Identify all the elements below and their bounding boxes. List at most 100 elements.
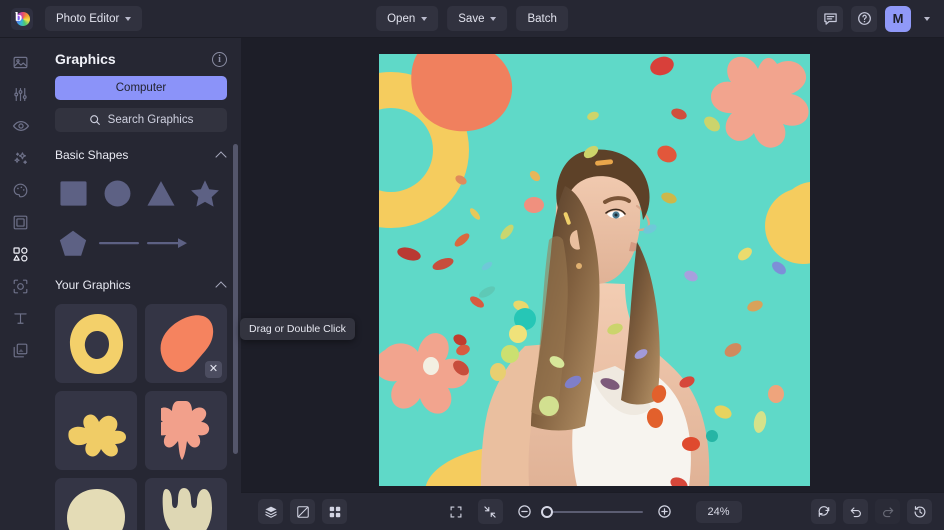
search-graphics-label: Search Graphics <box>108 114 194 126</box>
minus-circle-icon <box>517 504 532 519</box>
avatar-initial: M <box>893 11 904 26</box>
redo-arrow-icon <box>881 505 895 519</box>
chevron-down-icon <box>421 17 427 21</box>
chevron-down-icon <box>924 17 930 21</box>
open-button[interactable]: Open <box>376 6 438 31</box>
panel-scrollbar[interactable] <box>233 144 238 454</box>
shape-star[interactable] <box>183 172 227 214</box>
question-circle-icon <box>857 11 872 26</box>
chevron-down-icon <box>490 17 496 21</box>
history-button[interactable] <box>907 499 932 524</box>
batch-button[interactable]: Batch <box>516 6 567 31</box>
sliders-icon <box>12 86 29 103</box>
editor-canvas[interactable] <box>241 38 944 492</box>
sidebar-item-retouch[interactable] <box>5 112 37 140</box>
yellow-blob-ring-shape <box>68 313 124 375</box>
computer-upload-button[interactable]: Computer <box>55 76 227 100</box>
batch-label: Batch <box>527 13 556 25</box>
account-menu-button[interactable] <box>919 6 935 32</box>
graphic-thumb-coral-blob[interactable]: ✕ <box>145 304 227 383</box>
zoom-level-value[interactable]: 24% <box>696 501 742 523</box>
sidebar-item-adjust[interactable] <box>5 80 37 108</box>
panel-scroll-area[interactable]: Basic Shapes <box>41 142 241 530</box>
chevron-down-icon <box>125 17 131 21</box>
computer-label: Computer <box>116 82 167 94</box>
graphic-thumb-coral-leaf[interactable] <box>145 391 227 470</box>
cream-circle-shape <box>66 488 126 530</box>
shape-circle[interactable] <box>95 172 139 214</box>
grid-four-icon <box>328 505 342 519</box>
top-right-actions: M <box>817 6 935 32</box>
fullscreen-button[interactable] <box>444 499 469 524</box>
shape-triangle[interactable] <box>139 172 183 214</box>
text-t-icon <box>12 310 29 327</box>
zoom-controls: 24% <box>444 499 742 524</box>
undo-button[interactable] <box>843 499 868 524</box>
frame-icon <box>12 214 29 231</box>
cream-crown-shape <box>160 487 212 530</box>
open-label: Open <box>387 13 415 25</box>
sidebar-item-text[interactable] <box>5 304 37 332</box>
user-avatar[interactable]: M <box>885 6 911 32</box>
graphic-thumb-yellow-leaf[interactable] <box>55 391 137 470</box>
grid-view-button[interactable] <box>322 499 347 524</box>
shape-line[interactable] <box>95 222 143 264</box>
graphic-thumb-cream-crown[interactable] <box>145 478 227 530</box>
arrow-shape <box>146 236 188 250</box>
compare-button[interactable] <box>290 499 315 524</box>
star-shape <box>190 179 220 208</box>
sidebar-item-layers[interactable] <box>5 336 37 364</box>
collapse-arrows-icon <box>483 505 497 519</box>
search-graphics-button[interactable]: Search Graphics <box>55 108 227 132</box>
section-your-graphics-header[interactable]: Your Graphics <box>41 268 241 298</box>
plus-circle-icon <box>657 504 672 519</box>
save-button[interactable]: Save <box>447 6 507 31</box>
section-basic-shapes-header[interactable]: Basic Shapes <box>41 142 241 168</box>
help-button[interactable] <box>851 6 877 32</box>
chat-bubble-icon <box>823 11 838 26</box>
page-title: Graphics <box>55 51 116 67</box>
image-icon <box>12 54 29 71</box>
eye-icon <box>12 117 30 135</box>
layers-copy-icon <box>12 342 29 359</box>
reset-button[interactable] <box>811 499 836 524</box>
drag-hint-tooltip: Drag or Double Click <box>240 318 355 340</box>
feedback-button[interactable] <box>817 6 843 32</box>
canvas-photo[interactable] <box>379 54 810 486</box>
sidebar-item-graphics[interactable] <box>5 240 37 268</box>
zoom-slider[interactable] <box>546 511 643 513</box>
graphic-thumb-cream-circle[interactable] <box>55 478 137 530</box>
photo-editor-app: b Photo Editor Open Save Batch <box>0 0 944 530</box>
chevron-up-icon <box>215 281 226 292</box>
app-logo-icon[interactable]: b <box>11 8 33 30</box>
sidebar-item-frames[interactable] <box>5 208 37 236</box>
tool-rail <box>0 38 41 530</box>
shape-square[interactable] <box>51 172 95 214</box>
shapes-grid-icon <box>12 246 29 263</box>
fit-to-screen-button[interactable] <box>478 499 503 524</box>
save-label: Save <box>458 13 484 25</box>
shape-pentagon[interactable] <box>51 222 95 264</box>
bottom-toolbar: 24% <box>241 492 944 530</box>
sidebar-item-paint[interactable] <box>5 176 37 204</box>
circle-shape <box>103 179 132 208</box>
sidebar-item-effects[interactable] <box>5 144 37 172</box>
graphic-thumb-yellow-blob-ring[interactable] <box>55 304 137 383</box>
undo-arrow-icon <box>849 505 863 519</box>
document-type-selector[interactable]: Photo Editor <box>45 6 142 31</box>
zoom-out-button[interactable] <box>512 499 537 524</box>
basic-shapes-row-1 <box>41 168 241 218</box>
sidebar-item-cutout[interactable] <box>5 272 37 300</box>
sidebar-item-photo[interactable] <box>5 48 37 76</box>
shape-arrow[interactable] <box>143 222 191 264</box>
line-shape <box>98 237 140 249</box>
bottom-left-tools <box>258 499 347 524</box>
layers-button[interactable] <box>258 499 283 524</box>
sparkles-icon <box>12 149 30 167</box>
zoom-in-button[interactable] <box>652 499 677 524</box>
remove-graphic-button[interactable]: ✕ <box>205 361 222 378</box>
info-circle-icon[interactable]: i <box>212 52 227 67</box>
cutout-icon <box>12 278 29 295</box>
zoom-slider-handle[interactable] <box>541 506 553 518</box>
redo-button[interactable] <box>875 499 900 524</box>
